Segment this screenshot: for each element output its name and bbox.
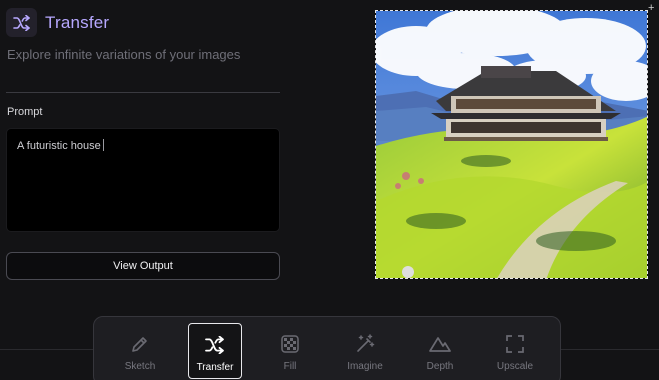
tool-label: Depth [426,361,454,372]
tool-fill[interactable]: Fill [263,323,317,379]
plus-icon: + [648,2,655,14]
prompt-input[interactable]: A futuristic house [6,128,280,232]
output-image[interactable] [375,10,648,279]
mountain-icon [429,333,451,355]
tool-label: Upscale [496,361,534,372]
shuffle-icon [6,8,37,37]
tool-label: Sketch [124,361,156,372]
prompt-text: A futuristic house [17,140,101,152]
tool-upscale[interactable]: Upscale [488,323,542,379]
tool-label: Imagine [347,361,383,372]
tool-sketch[interactable]: Sketch [113,323,167,379]
header: Transfer [6,8,109,37]
tool-imagine[interactable]: Imagine [338,323,392,379]
tool-label: Transfer [196,362,234,373]
output-image-illustration [376,11,647,278]
tool-label: Fill [283,361,297,372]
shuffle-icon [204,334,226,356]
magic-wand-icon [355,333,375,355]
divider [6,92,280,93]
checkerboard-icon [281,333,299,355]
pencil-icon [130,333,150,355]
app-window: Transfer Explore infinite variations of … [0,0,659,380]
tool-depth[interactable]: Depth [413,323,467,379]
text-caret [102,139,104,151]
page-title: Transfer [45,12,110,32]
page-subtitle: Explore infinite variations of your imag… [7,47,241,62]
prompt-label: Prompt [7,106,43,118]
expand-corners-icon [506,333,524,355]
bottom-toolbar: Sketch Transfer Fill Imagine Depth Upsca… [93,316,561,380]
view-output-button[interactable]: View Output [6,252,280,280]
tool-transfer[interactable]: Transfer [188,323,242,379]
